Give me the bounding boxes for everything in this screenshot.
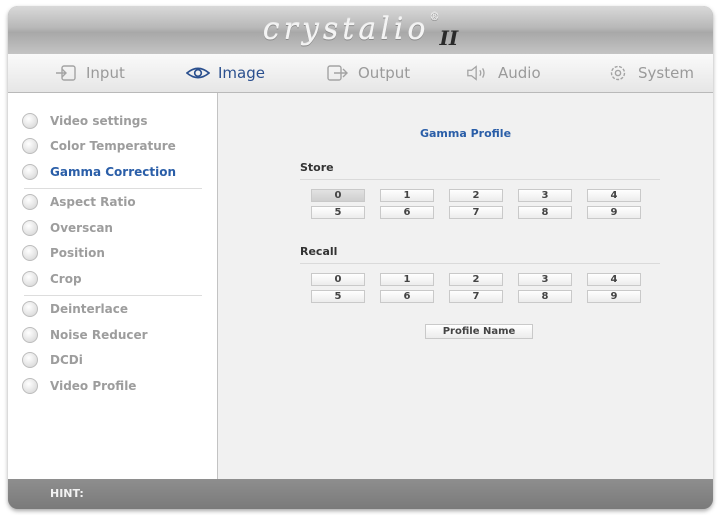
- tab-system-label: System: [638, 64, 694, 82]
- sidebar: Video settings Color Temperature Gamma C…: [8, 93, 218, 479]
- sidebar-item-dcdi[interactable]: DCDi: [22, 350, 83, 370]
- store-button-5[interactable]: 5: [311, 206, 365, 219]
- gear-icon: [606, 64, 630, 82]
- store-button-7[interactable]: 7: [449, 206, 503, 219]
- speaker-icon: [466, 64, 490, 82]
- sidebar-item-position[interactable]: Position: [22, 243, 105, 263]
- radio-icon: [22, 164, 38, 180]
- radio-icon: [22, 327, 38, 343]
- radio-icon: [22, 301, 38, 317]
- tab-system[interactable]: System: [606, 54, 694, 92]
- store-button-1[interactable]: 1: [380, 189, 434, 202]
- tab-input-label: Input: [86, 64, 125, 82]
- main-panel: Gamma Profile Store 0 1 2 3 4 5 6 7 8 9 …: [218, 93, 713, 479]
- tab-output[interactable]: Output: [326, 54, 410, 92]
- app-logo: crystalio®II: [262, 12, 459, 50]
- hint-bar: HINT:: [8, 479, 713, 509]
- radio-icon: [22, 113, 38, 129]
- sidebar-item-crop[interactable]: Crop: [22, 269, 82, 289]
- profile-name-button[interactable]: Profile Name: [425, 324, 533, 339]
- store-button-9[interactable]: 9: [587, 206, 641, 219]
- tab-output-label: Output: [358, 64, 411, 82]
- title-bar: crystalio®II: [8, 6, 713, 54]
- recall-button-1[interactable]: 1: [380, 273, 434, 286]
- recall-button-3[interactable]: 3: [518, 273, 572, 286]
- store-button-2[interactable]: 2: [449, 189, 503, 202]
- hint-label: HINT:: [50, 487, 84, 500]
- sidebar-item-gamma-correction[interactable]: Gamma Correction: [22, 162, 176, 182]
- recall-button-7[interactable]: 7: [449, 290, 503, 303]
- radio-icon: [22, 352, 38, 368]
- sidebar-item-overscan[interactable]: Overscan: [22, 218, 113, 238]
- output-icon: [326, 64, 350, 82]
- radio-icon: [22, 271, 38, 287]
- recall-button-9[interactable]: 9: [587, 290, 641, 303]
- radio-icon: [22, 138, 38, 154]
- sidebar-item-aspect-ratio[interactable]: Aspect Ratio: [22, 192, 136, 212]
- store-button-3[interactable]: 3: [518, 189, 572, 202]
- store-label: Store: [300, 161, 334, 174]
- store-button-4[interactable]: 4: [587, 189, 641, 202]
- tab-audio[interactable]: Audio: [466, 54, 541, 92]
- page-title: Gamma Profile: [419, 127, 512, 140]
- tab-audio-label: Audio: [498, 64, 541, 82]
- radio-icon: [22, 220, 38, 236]
- sidebar-item-video-settings[interactable]: Video settings: [22, 111, 147, 131]
- eye-icon: [186, 64, 210, 82]
- recall-button-0[interactable]: 0: [311, 273, 365, 286]
- recall-button-4[interactable]: 4: [587, 273, 641, 286]
- sidebar-divider: [24, 188, 202, 189]
- recall-button-2[interactable]: 2: [449, 273, 503, 286]
- tab-bar: Input Image Output Audio System: [8, 54, 713, 93]
- sidebar-item-noise-reducer[interactable]: Noise Reducer: [22, 325, 148, 345]
- input-icon: [54, 64, 78, 82]
- sidebar-divider: [24, 295, 202, 296]
- tab-image[interactable]: Image: [186, 54, 265, 92]
- recall-button-8[interactable]: 8: [518, 290, 572, 303]
- store-button-8[interactable]: 8: [518, 206, 572, 219]
- recall-label: Recall: [300, 245, 338, 258]
- sidebar-item-deinterlace[interactable]: Deinterlace: [22, 299, 128, 319]
- store-button-6[interactable]: 6: [380, 206, 434, 219]
- tab-input[interactable]: Input: [54, 54, 125, 92]
- radio-icon: [22, 245, 38, 261]
- tab-image-label: Image: [218, 64, 265, 82]
- radio-icon: [22, 378, 38, 394]
- radio-icon: [22, 194, 38, 210]
- recall-button-6[interactable]: 6: [380, 290, 434, 303]
- store-button-0[interactable]: 0: [311, 189, 365, 202]
- sidebar-item-color-temperature[interactable]: Color Temperature: [22, 136, 176, 156]
- recall-button-5[interactable]: 5: [311, 290, 365, 303]
- app-frame: crystalio®II Input Image Output Audio Sy…: [8, 6, 713, 509]
- sidebar-item-video-profile[interactable]: Video Profile: [22, 376, 136, 396]
- recall-divider: [300, 263, 660, 264]
- store-divider: [300, 179, 660, 180]
